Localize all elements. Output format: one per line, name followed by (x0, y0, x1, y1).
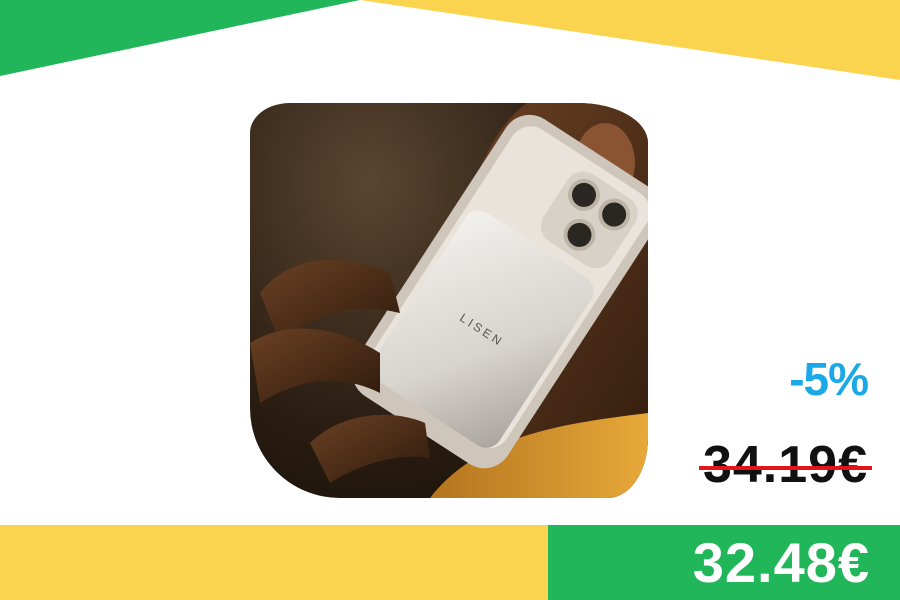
old-price: 34.19€ (698, 435, 872, 495)
new-price: 32.48€ (692, 531, 870, 594)
thumb-shape (310, 414, 430, 483)
top-banner-shapes (0, 0, 900, 80)
top-right-yellow-shape (360, 0, 900, 80)
old-price-text: 34.19€ (702, 436, 868, 494)
product-image: LISEN (250, 103, 648, 498)
discount-label: -5% (789, 353, 869, 405)
strikethrough-line (698, 466, 872, 471)
top-left-green-shape (0, 0, 360, 76)
